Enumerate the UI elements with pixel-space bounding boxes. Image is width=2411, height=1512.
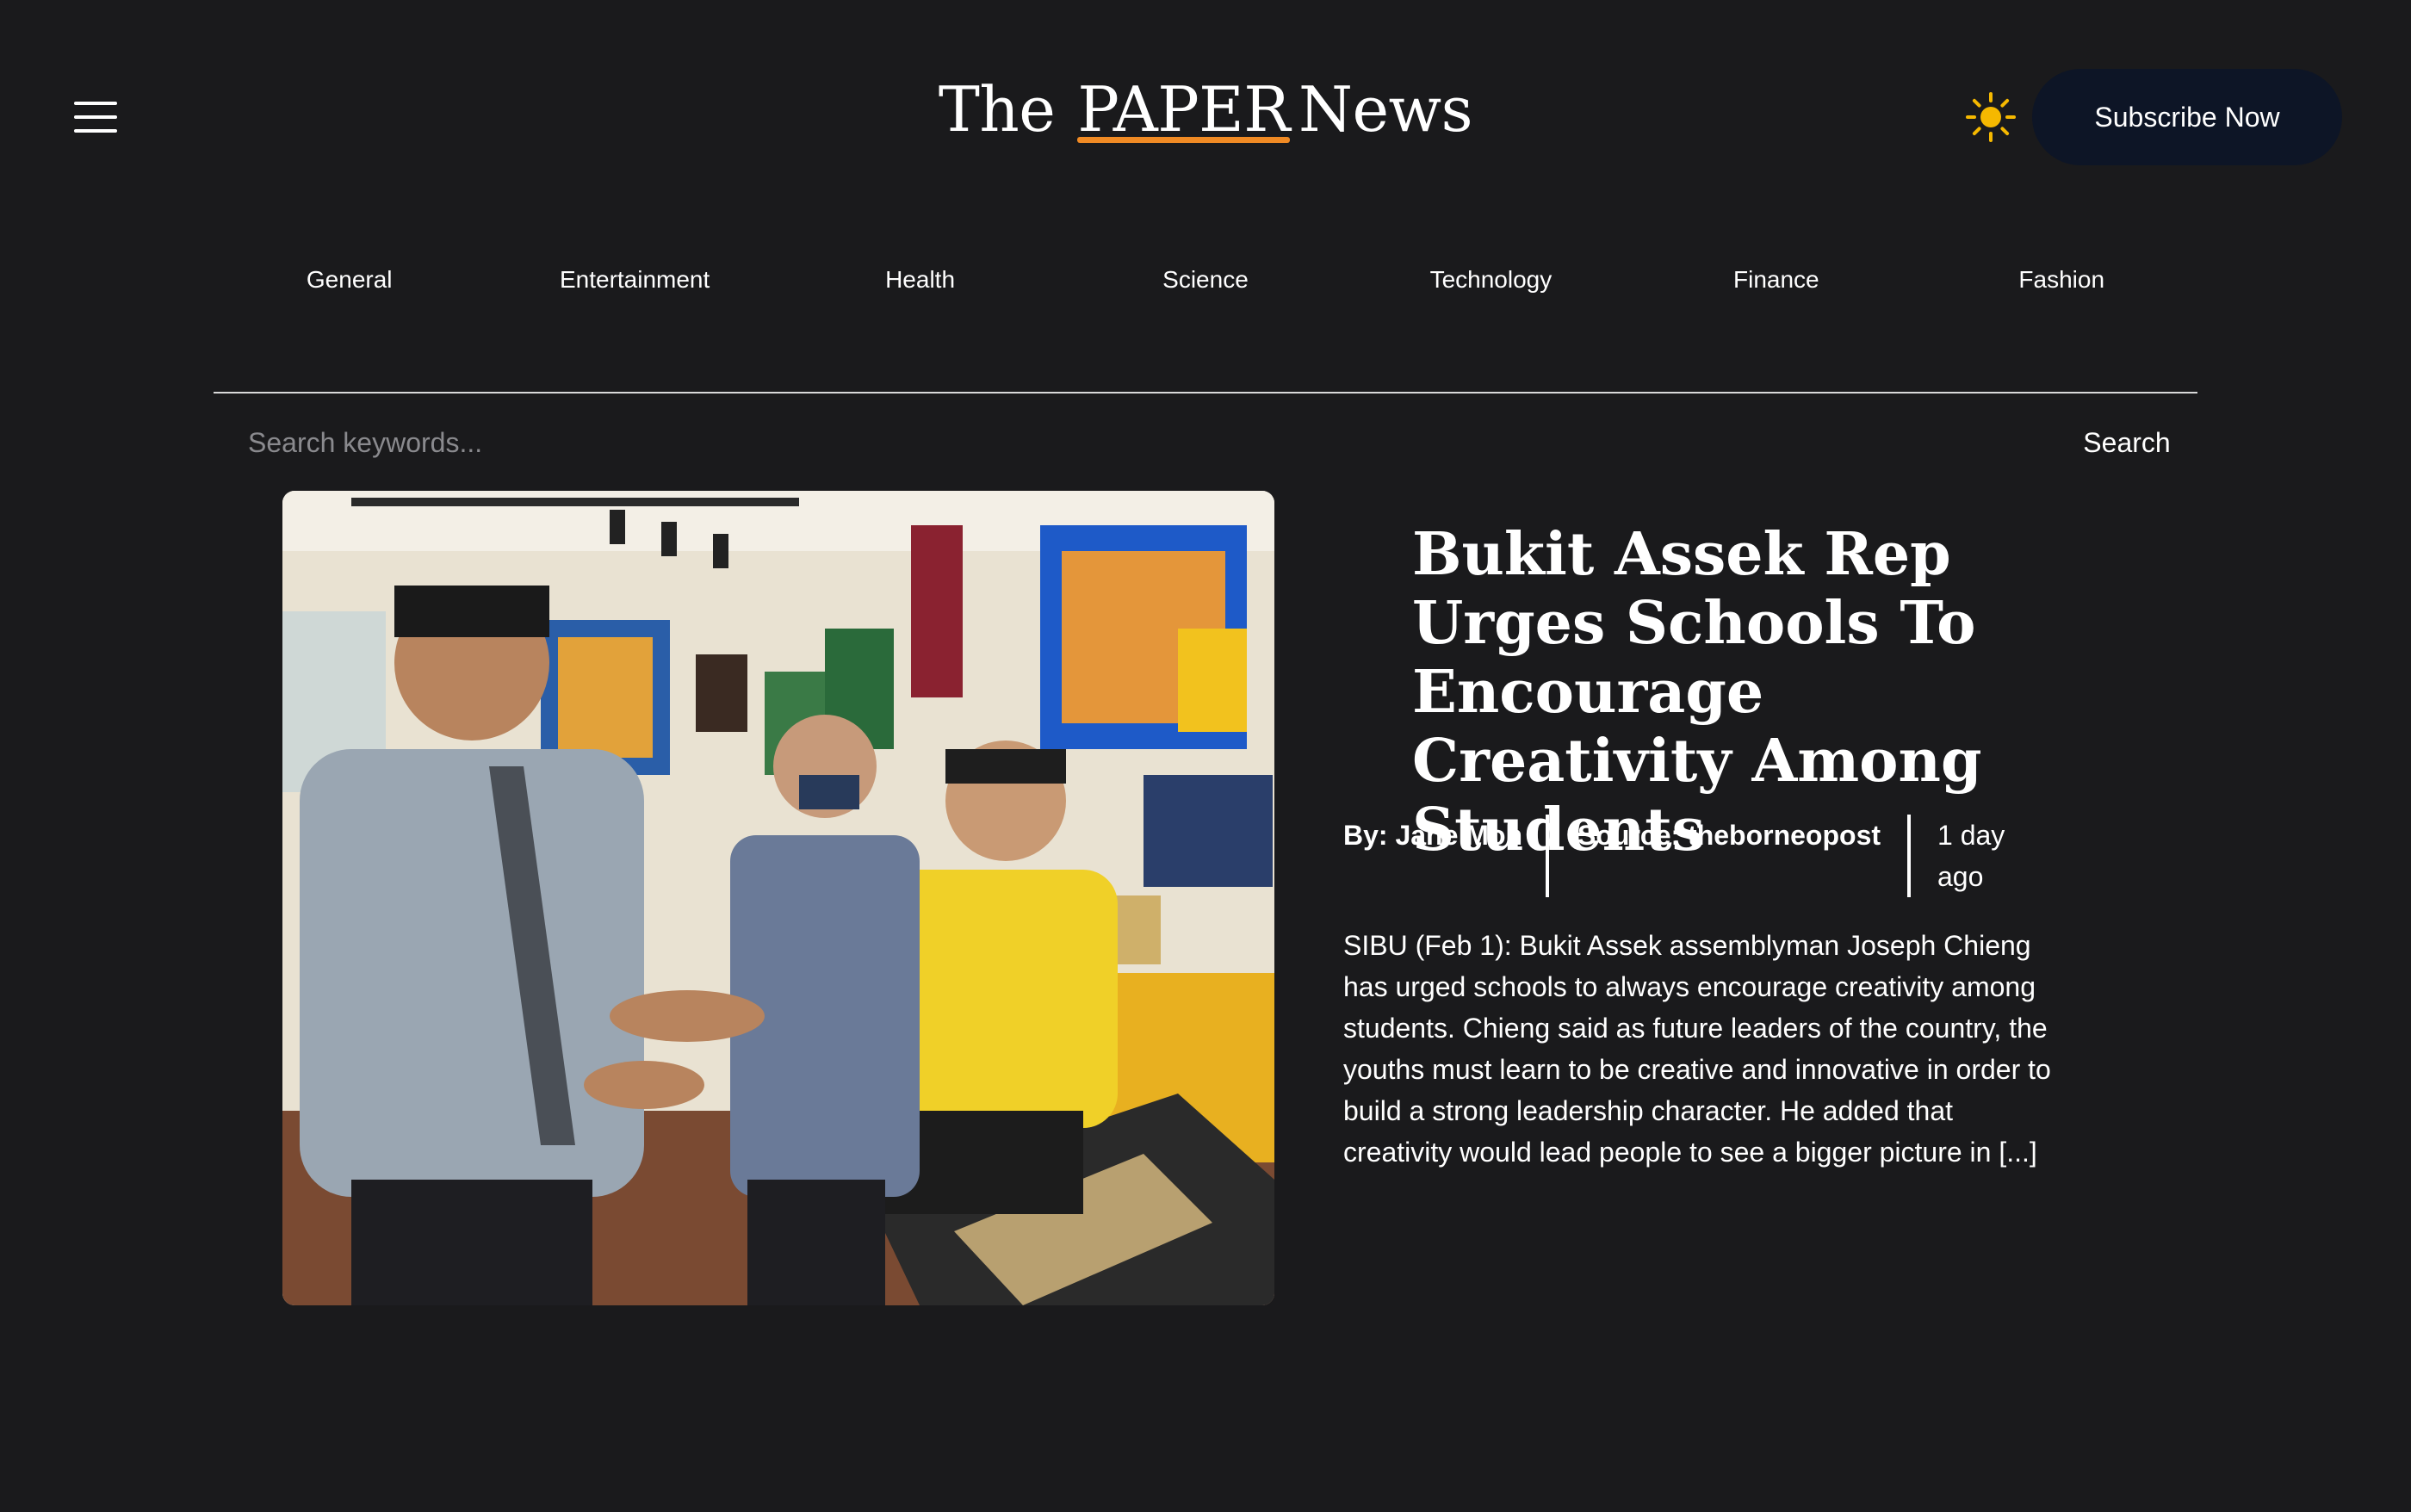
- page: The PAPER News Subscribe Now General Enter…: [0, 0, 2411, 1512]
- subscribe-button[interactable]: Subscribe Now: [2032, 69, 2342, 165]
- article-summary: SIBU (Feb 1): Bukit Assek assemblyman Jo…: [1343, 930, 2051, 1168]
- nav-item-general[interactable]: General: [207, 258, 492, 301]
- meta-divider: [1546, 815, 1549, 897]
- article-author: By: Jane Moh: [1343, 820, 1523, 851]
- logo-the: The: [938, 73, 1056, 146]
- search-button[interactable]: Search: [2049, 418, 2204, 467]
- article-headline[interactable]: Bukit Assek Rep Urges Schools To Encoura…: [1412, 520, 2067, 864]
- sun-icon[interactable]: [1965, 91, 2017, 143]
- article-source: Source: theborneopost: [1577, 820, 1881, 851]
- logo-paper: PAPER: [1077, 73, 1290, 146]
- article-image[interactable]: [282, 491, 1274, 1305]
- nav-item-finance[interactable]: Finance: [1633, 258, 1918, 301]
- nav-item-health[interactable]: Health: [778, 258, 1063, 301]
- nav-item-technology[interactable]: Technology: [1348, 258, 1633, 301]
- nav-item-science[interactable]: Science: [1063, 258, 1348, 301]
- divider: [214, 392, 2197, 393]
- category-nav: General Entertainment Health Science Tec…: [207, 258, 2204, 301]
- logo-news: News: [1298, 73, 1473, 146]
- search-input[interactable]: [248, 418, 1884, 467]
- article-time: 1 day ago: [1937, 820, 2005, 892]
- nav-item-entertainment[interactable]: Entertainment: [492, 258, 777, 301]
- nav-item-fashion[interactable]: Fashion: [1919, 258, 2204, 301]
- article-meta: By: Jane Moh Source: theborneopost 1 day…: [1343, 815, 2067, 897]
- meta-divider: [1907, 815, 1911, 897]
